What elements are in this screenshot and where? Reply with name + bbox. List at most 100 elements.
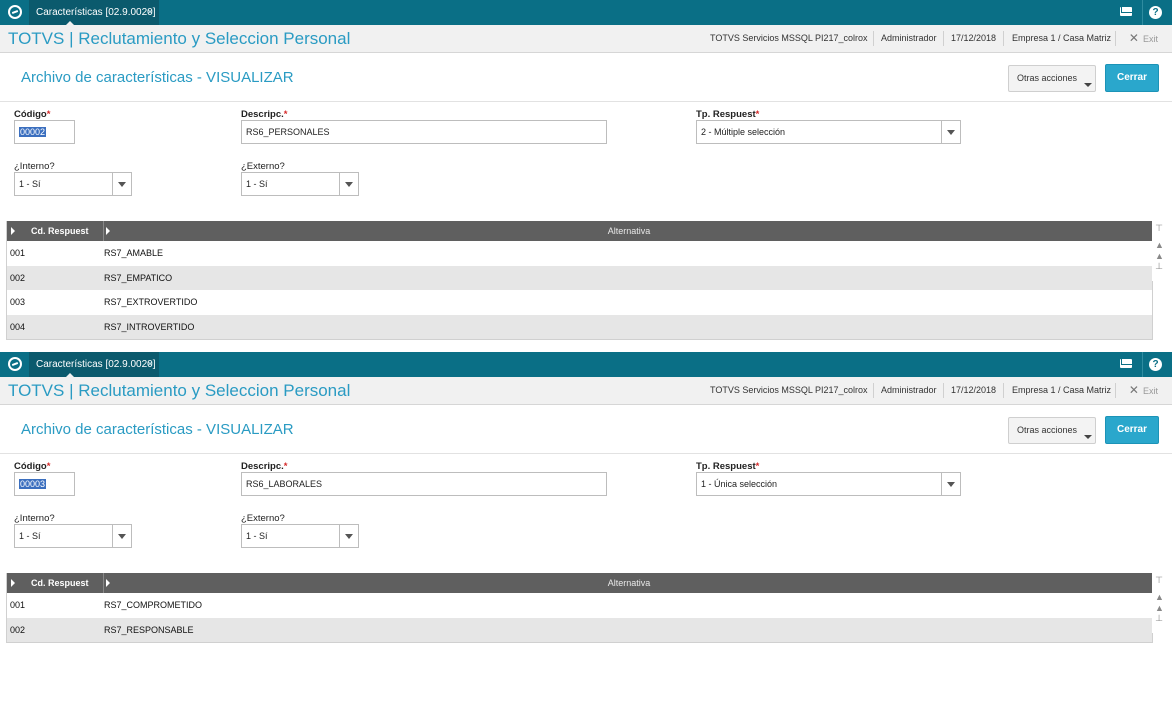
- exit-button[interactable]: ✕ Exit: [1129, 25, 1158, 52]
- interno-select[interactable]: 1 - Sí: [14, 524, 132, 548]
- other-actions-button[interactable]: Otras acciones: [1008, 417, 1096, 444]
- tp-respuest-value: 2 - Múltiple selección: [701, 127, 786, 137]
- date-label: 17/12/2018: [951, 33, 997, 43]
- date-label: 17/12/2018: [951, 385, 997, 395]
- table-row[interactable]: 003 RS7_EXTROVERTIDO: [7, 290, 1152, 315]
- grid-scrollbar[interactable]: ⊤ ▲ ▲ ⊥: [1152, 221, 1166, 281]
- cell-alternativa: RS7_EXTROVERTIDO: [104, 297, 198, 307]
- chevron-down-icon[interactable]: [112, 173, 131, 195]
- cell-alternativa: RS7_AMABLE: [104, 248, 164, 258]
- exit-button[interactable]: ✕ Exit: [1129, 377, 1158, 404]
- exit-label: Exit: [1142, 386, 1158, 396]
- close-button[interactable]: Cerrar: [1105, 416, 1159, 444]
- interno-value: 1 - Sí: [19, 179, 41, 189]
- table-row[interactable]: 002 RS7_EMPATICO: [7, 265, 1152, 290]
- tp-respuest-value: 1 - Única selección: [701, 479, 778, 489]
- scroll-top-icon[interactable]: ⊤: [1155, 224, 1163, 233]
- externo-select[interactable]: 1 - Sí: [241, 524, 359, 548]
- tab-close-icon[interactable]: ×: [147, 352, 153, 377]
- col-cd-respuest[interactable]: Cd. Respuest: [31, 573, 89, 593]
- chevron-down-icon[interactable]: [941, 121, 960, 143]
- other-actions-label: Otras acciones: [1016, 425, 1078, 435]
- externo-value: 1 - Sí: [246, 531, 268, 541]
- cell-alternativa: RS7_EMPATICO: [104, 272, 173, 283]
- app-title: TOTVS | Reclutamiento y Seleccion Person…: [8, 381, 351, 400]
- scroll-bottom-icon[interactable]: ⊥: [1155, 262, 1163, 271]
- divider: [873, 31, 874, 46]
- externo-value: 1 - Sí: [246, 179, 268, 189]
- tab-label: Características [02.9.0020]: [36, 7, 156, 18]
- divider: [1115, 383, 1116, 398]
- chevron-down-icon[interactable]: [339, 525, 358, 547]
- tp-respuest-label: Tp. Respuest*: [696, 109, 760, 120]
- table-row[interactable]: 001 RS7_AMABLE: [7, 241, 1152, 266]
- app-header: TOTVS | Reclutamiento y Seleccion Person…: [0, 25, 1172, 53]
- codigo-label: Código*: [14, 109, 51, 120]
- chevron-down-icon[interactable]: [941, 473, 960, 495]
- close-icon: ✕: [1128, 31, 1139, 45]
- divider: [873, 383, 874, 398]
- divider: [1003, 383, 1004, 398]
- tab-caracteristicas[interactable]: Características [02.9.0020] ×: [29, 0, 159, 26]
- tab-caracteristicas[interactable]: Características [02.9.0020] ×: [29, 352, 159, 378]
- scroll-bottom-icon[interactable]: ⊥: [1155, 614, 1163, 623]
- help-icon[interactable]: ?: [1149, 6, 1162, 19]
- divider: [1142, 352, 1143, 377]
- close-button[interactable]: Cerrar: [1105, 64, 1159, 92]
- descripc-label: Descripc.*: [241, 461, 288, 472]
- cell-code: 002: [10, 272, 26, 283]
- externo-label: ¿Externo?: [241, 161, 285, 172]
- chevron-down-icon[interactable]: [112, 525, 131, 547]
- answers-grid: Cd. Respuest Alternativa 001 RS7_AMABLE …: [6, 221, 1153, 340]
- divider: [103, 573, 104, 593]
- totvs-logo-icon[interactable]: [8, 357, 22, 371]
- scroll-up-icon[interactable]: ▲: [1155, 604, 1164, 613]
- grid-header: Cd. Respuest Alternativa: [7, 221, 1152, 241]
- externo-select[interactable]: 1 - Sí: [241, 172, 359, 196]
- col-alternativa[interactable]: Alternativa: [106, 573, 1152, 593]
- user-label: Administrador: [881, 33, 937, 43]
- caret-right-icon: [11, 227, 15, 235]
- scroll-up-icon[interactable]: ▲: [1155, 252, 1164, 261]
- descripc-field[interactable]: RS6_LABORALES: [241, 472, 607, 496]
- chevron-down-icon[interactable]: [339, 173, 358, 195]
- codigo-field[interactable]: 00003: [14, 472, 75, 496]
- tp-respuest-select[interactable]: 1 - Única selección: [696, 472, 961, 496]
- table-row[interactable]: 004 RS7_INTROVERTIDO: [7, 314, 1152, 339]
- descripc-field[interactable]: RS6_PERSONALES: [241, 120, 607, 144]
- descripc-label: Descripc.*: [241, 109, 288, 120]
- top-bar: Características [02.9.0020] × ?: [0, 0, 1172, 26]
- codigo-value: 00003: [19, 479, 47, 489]
- environment-label: TOTVS Servicios MSSQL PI217_colrox: [710, 33, 868, 43]
- close-icon: ✕: [1128, 383, 1139, 397]
- scroll-top-icon[interactable]: ⊤: [1155, 576, 1163, 585]
- codigo-label: Código*: [14, 461, 51, 472]
- company-label: Empresa 1 / Casa Matriz: [1012, 385, 1112, 395]
- col-alternativa[interactable]: Alternativa: [106, 221, 1152, 241]
- page-title-row: Archivo de características - VISUALIZAR …: [0, 405, 1172, 454]
- tp-respuest-select[interactable]: 2 - Múltiple selección: [696, 120, 961, 144]
- codigo-field[interactable]: 00002: [14, 120, 75, 144]
- scroll-up-icon[interactable]: ▲: [1155, 593, 1164, 602]
- table-row[interactable]: 001 RS7_COMPROMETIDO: [7, 593, 1152, 618]
- codigo-value: 00002: [19, 127, 47, 137]
- interno-value: 1 - Sí: [19, 531, 41, 541]
- other-actions-button[interactable]: Otras acciones: [1008, 65, 1096, 92]
- interno-select[interactable]: 1 - Sí: [14, 172, 132, 196]
- grid-scrollbar[interactable]: ⊤ ▲ ▲ ⊥: [1152, 573, 1166, 633]
- help-icon[interactable]: ?: [1149, 358, 1162, 371]
- table-row[interactable]: 002 RS7_RESPONSABLE: [7, 617, 1152, 642]
- cell-code: 003: [10, 297, 26, 307]
- page-title: Archivo de características - VISUALIZAR: [21, 69, 294, 86]
- divider: [103, 221, 104, 241]
- cell-code: 004: [10, 321, 26, 332]
- scroll-up-icon[interactable]: ▲: [1155, 241, 1164, 250]
- mail-icon[interactable]: [1120, 7, 1132, 16]
- mail-icon[interactable]: [1120, 359, 1132, 368]
- other-actions-label: Otras acciones: [1016, 73, 1078, 83]
- grid-header: Cd. Respuest Alternativa: [7, 573, 1152, 593]
- col-cd-respuest[interactable]: Cd. Respuest: [31, 221, 89, 241]
- tp-respuest-label: Tp. Respuest*: [696, 461, 760, 472]
- totvs-logo-icon[interactable]: [8, 5, 22, 19]
- tab-close-icon[interactable]: ×: [147, 0, 153, 25]
